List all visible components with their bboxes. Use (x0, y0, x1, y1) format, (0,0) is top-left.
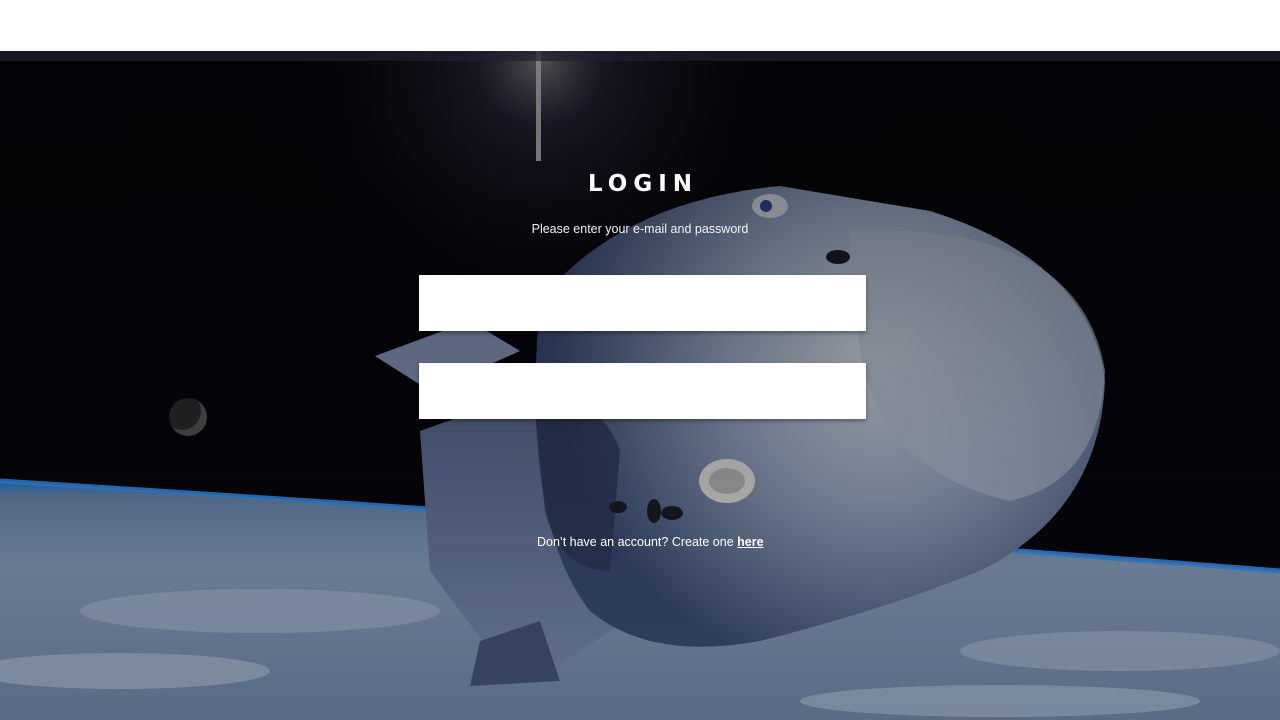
signup-link[interactable]: here (737, 535, 763, 549)
top-bar (0, 0, 1280, 51)
login-page: LOGIN Please enter your e-mail and passw… (0, 0, 1280, 720)
login-subtitle: Please enter your e-mail and password (531, 222, 749, 236)
email-input[interactable] (419, 275, 866, 331)
hero-background: LOGIN Please enter your e-mail and passw… (0, 51, 1280, 720)
signup-prompt-text: Don’t have an account? Create one (537, 535, 738, 549)
login-title: LOGIN (587, 171, 699, 197)
password-input[interactable] (419, 363, 866, 419)
signup-prompt: Don’t have an account? Create one here (537, 535, 764, 549)
